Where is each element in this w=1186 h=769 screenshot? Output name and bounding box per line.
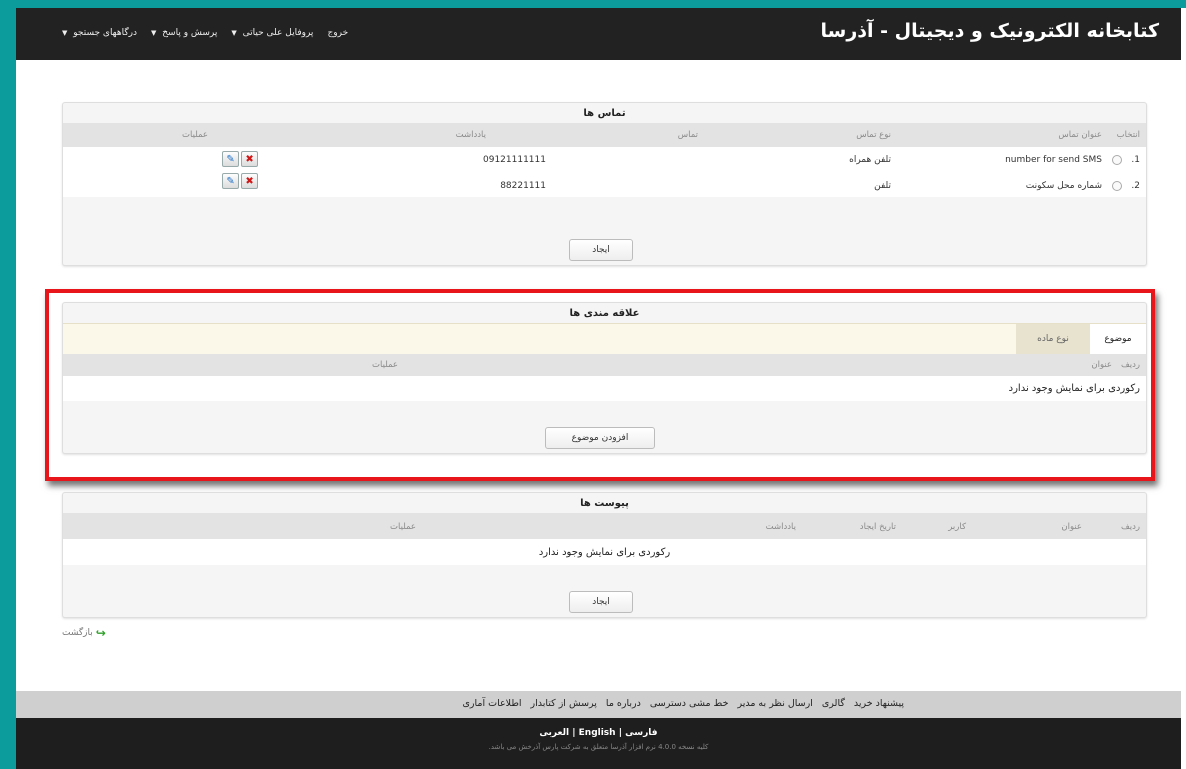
- panel-title: پیوست ها: [580, 498, 629, 509]
- add-subject-button[interactable]: افزودن موضوع: [545, 427, 655, 449]
- row-title: number for send SMS: [1005, 155, 1102, 165]
- top-menu: درگاههای جستجو ▼ پرسش و پاسخ ▼ پروفایل ع…: [62, 28, 348, 38]
- col-row: ردیف: [1120, 360, 1140, 370]
- row-radio[interactable]: [1112, 155, 1122, 165]
- edit-button[interactable]: ✎: [222, 173, 239, 189]
- menu-profile[interactable]: پروفایل علی حیاتی ▼: [231, 28, 313, 38]
- window-frame-top: [0, 0, 1186, 8]
- col-row: ردیف: [1120, 522, 1140, 532]
- pencil-icon: ✎: [226, 153, 235, 165]
- delete-icon: ✖: [245, 175, 254, 187]
- tab-subject[interactable]: موضوع: [1089, 324, 1146, 354]
- menu-label: خروج: [327, 28, 349, 38]
- footer-link-gallery[interactable]: گالری: [822, 698, 845, 709]
- menu-label: درگاههای جستجو: [73, 28, 137, 38]
- empty-row: رکوردی برای نمایش وجود ندارد: [63, 539, 1146, 565]
- menu-search-portals[interactable]: درگاههای جستجو ▼: [62, 28, 137, 38]
- footer-bottom: فارسی | English | العربی کلیه نسخه 4.0.0…: [16, 718, 1181, 769]
- footer-link-about[interactable]: درباره ما: [606, 698, 641, 709]
- row-index: 2.: [1131, 181, 1140, 191]
- empty-message: رکوردی برای نمایش وجود ندارد: [538, 547, 671, 558]
- row-title: شماره محل سکونت: [1025, 181, 1102, 191]
- empty-row: رکوردی برای نمایش وجود ندارد: [63, 376, 1146, 401]
- row-contact: 09121111111: [483, 155, 546, 165]
- back-link[interactable]: ↪ بازگشت: [62, 626, 106, 640]
- delete-icon: ✖: [245, 153, 254, 165]
- contacts-grid-header: انتخاب عنوان تماس نوع تماس تماس یادداشت …: [63, 123, 1146, 147]
- lang-separator: |: [618, 728, 623, 738]
- delete-button[interactable]: ✖: [241, 151, 258, 167]
- interest-tabs: موضوع نوع ماده: [63, 323, 1146, 354]
- create-attachment-button[interactable]: ایجاد: [569, 591, 633, 613]
- interests-grid-header: ردیف عنوان عملیات: [63, 354, 1146, 376]
- top-header: کتابخانه الکترونیک و دیجیتال - آذرسا درگ…: [16, 8, 1181, 60]
- row-type: تلفن همراه: [849, 155, 891, 165]
- caret-down-icon: ▼: [150, 29, 157, 37]
- table-row: 1. number for send SMS تلفن همراه 091211…: [63, 147, 1146, 172]
- lang-separator: |: [572, 728, 576, 738]
- footer-link-access-policy[interactable]: خط مشی دسترسی: [650, 698, 729, 709]
- back-arrow-icon: ↪: [95, 626, 106, 640]
- copyright-text: کلیه نسخه 4.0.0 نرم افزار آذرسا متعلق به…: [488, 743, 709, 751]
- footer-links-bar: پیشنهاد خرید گالری ارسال نظر به مدیر خط …: [16, 691, 1181, 718]
- back-label: بازگشت: [62, 628, 93, 638]
- col-note: یادداشت: [455, 130, 486, 140]
- caret-down-icon: ▼: [231, 29, 237, 37]
- pencil-icon: ✎: [226, 175, 235, 187]
- interests-panel: علاقه مندی ها موضوع نوع ماده ردیف عنوان …: [62, 302, 1147, 454]
- lang-persian[interactable]: فارسی: [625, 728, 657, 738]
- col-contact: تماس: [677, 130, 698, 140]
- contacts-panel: تماس ها انتخاب عنوان تماس نوع تماس تماس …: [62, 102, 1147, 266]
- col-operations: عملیات: [390, 522, 416, 532]
- tab-material-type[interactable]: نوع ماده: [1016, 324, 1090, 354]
- menu-logout[interactable]: خروج: [327, 28, 348, 38]
- lang-arabic[interactable]: العربی: [539, 728, 569, 738]
- col-operations: عملیات: [182, 130, 208, 140]
- caret-down-icon: ▼: [62, 29, 68, 37]
- attachments-grid-header: ردیف عنوان کاربر تاریخ ایجاد یادداشت عمل…: [63, 513, 1146, 539]
- col-user: کاربر: [948, 522, 966, 532]
- attachments-panel: پیوست ها ردیف عنوان کاربر تاریخ ایجاد یا…: [62, 492, 1147, 618]
- col-created-date: تاریخ ایجاد: [859, 522, 896, 532]
- col-contact-title: عنوان تماس: [1058, 130, 1102, 140]
- col-contact-type: نوع تماس: [856, 130, 891, 140]
- row-index: 1.: [1131, 155, 1140, 165]
- edit-button[interactable]: ✎: [222, 151, 239, 167]
- language-switcher: فارسی | English | العربی: [16, 728, 1181, 738]
- row-type: تلفن: [874, 181, 891, 191]
- row-contact: 88221111: [500, 181, 546, 191]
- menu-qa[interactable]: پرسش و پاسخ ▼: [151, 28, 217, 38]
- page: کتابخانه الکترونیک و دیجیتال - آذرسا درگ…: [16, 8, 1181, 769]
- empty-message: رکوردی برای نمایش وجود ندارد: [1008, 383, 1140, 394]
- footer-link-purchase[interactable]: پیشنهاد خرید: [854, 698, 904, 709]
- row-radio[interactable]: [1112, 181, 1122, 191]
- footer-link-feedback[interactable]: ارسال نظر به مدیر: [737, 698, 812, 709]
- menu-label: پرسش و پاسخ: [162, 28, 218, 38]
- delete-button[interactable]: ✖: [241, 173, 258, 189]
- menu-label: پروفایل علی حیاتی: [242, 28, 314, 38]
- app-title: کتابخانه الکترونیک و دیجیتال - آذرسا: [820, 20, 1159, 42]
- panel-title: علاقه مندی ها: [569, 308, 640, 319]
- window-frame-left: [0, 0, 16, 769]
- footer-link-statistics[interactable]: اطلاعات آماری: [463, 698, 522, 709]
- lang-english[interactable]: English: [579, 728, 616, 738]
- table-row: 2. شماره محل سکونت تلفن 88221111 ✖ ✎: [63, 172, 1146, 197]
- footer-link-ask-librarian[interactable]: پرسش از کتابدار: [531, 698, 597, 709]
- col-operations: عملیات: [372, 360, 398, 370]
- create-contact-button[interactable]: ایجاد: [569, 239, 633, 261]
- col-title: عنوان: [1061, 522, 1082, 532]
- col-note: یادداشت: [765, 522, 796, 532]
- panel-title: تماس ها: [583, 108, 626, 119]
- footer-links: پیشنهاد خرید گالری ارسال نظر به مدیر خط …: [463, 698, 905, 709]
- col-title: عنوان: [1091, 360, 1112, 370]
- col-select: انتخاب: [1116, 130, 1140, 140]
